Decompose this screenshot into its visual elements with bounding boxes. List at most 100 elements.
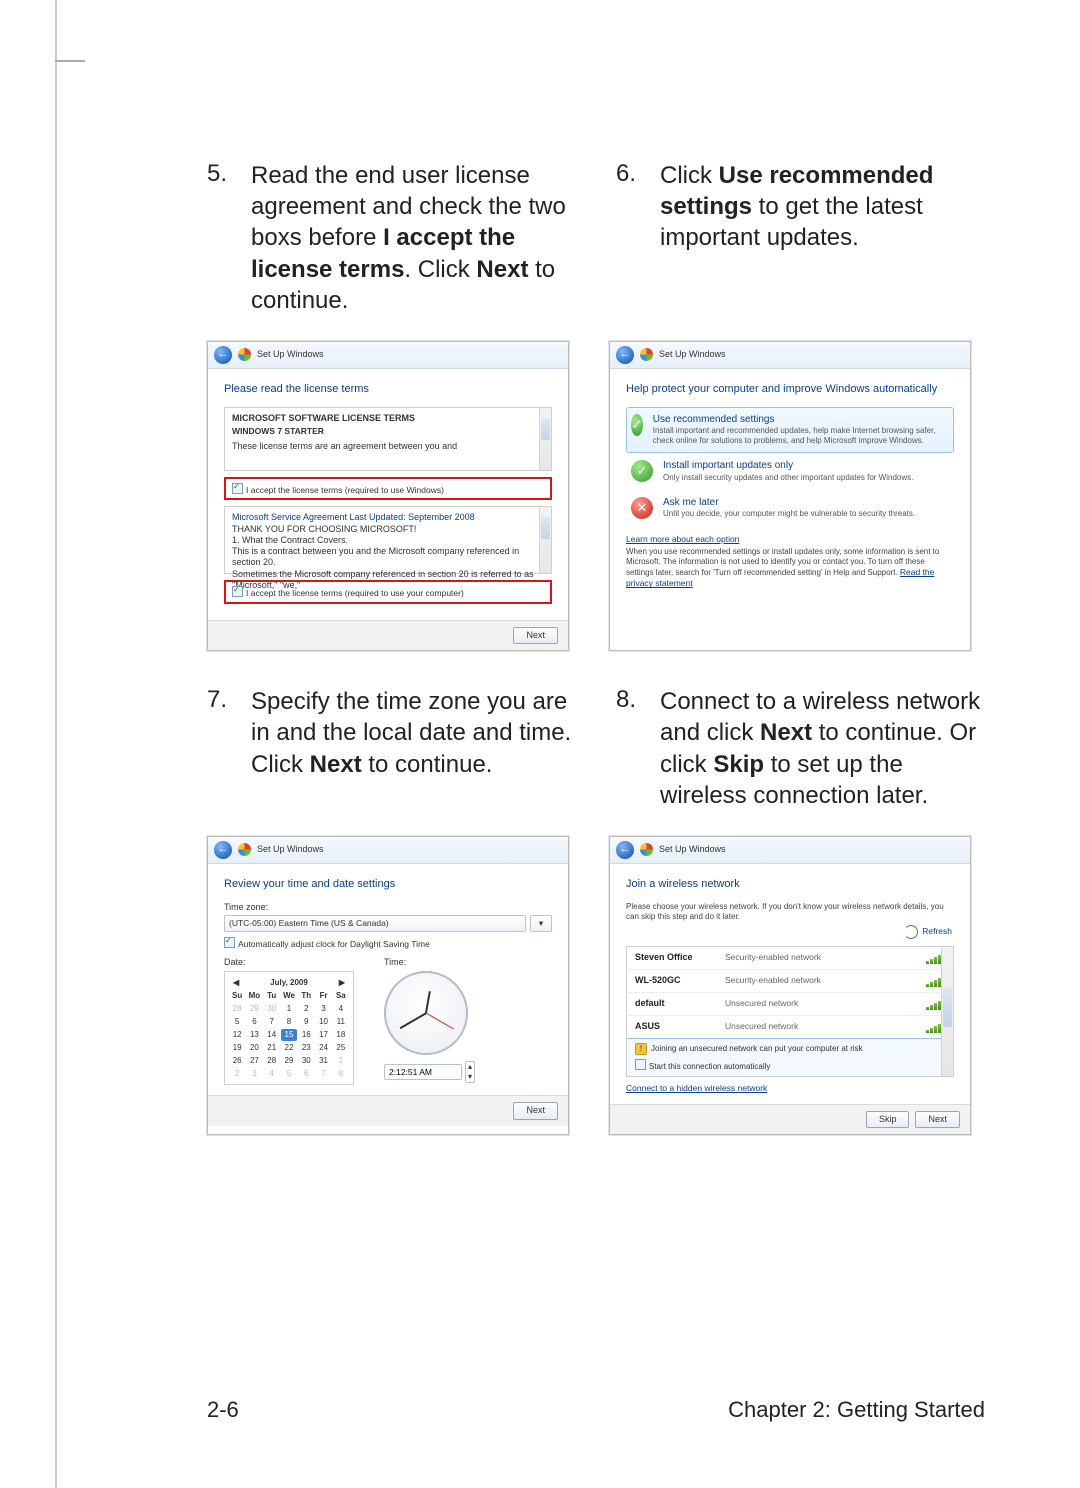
calendar-day[interactable]: 4: [333, 1003, 349, 1015]
window-title: Set Up Windows: [659, 349, 726, 360]
calendar-day[interactable]: 23: [298, 1042, 314, 1054]
scrollbar[interactable]: [941, 947, 953, 1076]
calendar-day[interactable]: 5: [229, 1016, 245, 1028]
next-button[interactable]: Next: [915, 1111, 960, 1128]
calendar-day[interactable]: 27: [246, 1055, 262, 1067]
shield-alert-icon: ✕: [631, 497, 653, 519]
calendar-day[interactable]: 14: [264, 1029, 280, 1041]
calendar-day[interactable]: 17: [315, 1029, 331, 1041]
refresh-icon[interactable]: [904, 925, 918, 939]
checkbox-icon[interactable]: [232, 586, 243, 597]
calendar-day[interactable]: 7: [315, 1068, 331, 1080]
wireless-note: Please choose your wireless network. If …: [626, 902, 954, 922]
calendar-day[interactable]: 30: [264, 1003, 280, 1015]
window-titlebar: ← Set Up Windows: [610, 342, 970, 369]
network-row[interactable]: Steven OfficeSecurity-enabled network: [627, 947, 953, 970]
accept-checkbox-2[interactable]: I accept the license terms (required to …: [224, 580, 552, 604]
calendar-day[interactable]: 24: [315, 1042, 331, 1054]
back-icon[interactable]: ←: [616, 841, 634, 859]
scrollbar[interactable]: [539, 507, 551, 573]
calendar-dow: Th: [298, 990, 314, 1002]
hidden-network-link[interactable]: Connect to a hidden wireless network: [626, 1083, 767, 1093]
back-icon[interactable]: ←: [214, 346, 232, 364]
calendar-day[interactable]: 5: [281, 1068, 297, 1080]
calendar[interactable]: ◀ July, 2009 ▶ SuMoTuWeThFrSa28293012345…: [224, 971, 354, 1085]
calendar-day[interactable]: 4: [264, 1068, 280, 1080]
calendar-day[interactable]: 31: [315, 1055, 331, 1067]
calendar-day[interactable]: 2: [298, 1003, 314, 1015]
dst-checkbox[interactable]: Automatically adjust clock for Daylight …: [224, 936, 552, 950]
calendar-day[interactable]: 8: [281, 1016, 297, 1028]
calendar-day[interactable]: 29: [246, 1003, 262, 1015]
calendar-day[interactable]: 22: [281, 1042, 297, 1054]
calendar-day[interactable]: 9: [298, 1016, 314, 1028]
refresh-link[interactable]: Refresh: [922, 926, 952, 937]
calendar-day[interactable]: 18: [333, 1029, 349, 1041]
calendar-day[interactable]: 2: [229, 1068, 245, 1080]
calendar-day[interactable]: 6: [246, 1016, 262, 1028]
calendar-day[interactable]: 16: [298, 1029, 314, 1041]
next-button[interactable]: Next: [513, 1102, 558, 1119]
next-button[interactable]: Next: [513, 627, 558, 644]
scrollbar[interactable]: [539, 408, 551, 470]
dialog-heading: Review your time and date settings: [224, 878, 552, 892]
prev-month-icon[interactable]: ◀: [233, 978, 239, 988]
dialog-heading: Please read the license terms: [224, 383, 552, 397]
calendar-day[interactable]: 28: [229, 1003, 245, 1015]
skip-button[interactable]: Skip: [866, 1111, 910, 1128]
option-recommended[interactable]: ✓ Use recommended settings Install impor…: [626, 407, 954, 454]
step-text: Click Use recommended settings to get th…: [660, 160, 985, 254]
network-security: Security-enabled network: [725, 975, 914, 986]
checkbox-icon[interactable]: [232, 483, 243, 494]
step-text: Read the end user license agreement and …: [251, 160, 576, 316]
calendar-day[interactable]: 29: [281, 1055, 297, 1067]
calendar-day[interactable]: 15: [281, 1029, 297, 1041]
calendar-day[interactable]: 19: [229, 1042, 245, 1054]
checkbox-icon[interactable]: [635, 1059, 646, 1070]
back-icon[interactable]: ←: [214, 841, 232, 859]
back-icon[interactable]: ←: [616, 346, 634, 364]
calendar-day[interactable]: 26: [229, 1055, 245, 1067]
window-titlebar: ← Set Up Windows: [610, 837, 970, 864]
calendar-day[interactable]: 6: [298, 1068, 314, 1080]
time-spinner[interactable]: ▴▾: [465, 1061, 475, 1083]
option-ask-later[interactable]: ✕ Ask me later Until you decide, your co…: [626, 490, 954, 527]
step-6: 6. Click Use recommended settings to get…: [616, 160, 985, 316]
window-titlebar: ← Set Up Windows: [208, 837, 568, 864]
calendar-day[interactable]: 3: [315, 1003, 331, 1015]
calendar-day[interactable]: 28: [264, 1055, 280, 1067]
network-row[interactable]: defaultUnsecured network: [627, 993, 953, 1016]
calendar-day[interactable]: 30: [298, 1055, 314, 1067]
calendar-day[interactable]: 20: [246, 1042, 262, 1054]
calendar-day[interactable]: 13: [246, 1029, 262, 1041]
shield-check-icon: ✓: [631, 414, 643, 436]
calendar-day[interactable]: 25: [333, 1042, 349, 1054]
calendar-day[interactable]: 3: [246, 1068, 262, 1080]
chevron-down-icon[interactable]: ▾: [530, 915, 552, 932]
calendar-day[interactable]: 7: [264, 1016, 280, 1028]
network-name: ASUS: [635, 1021, 713, 1032]
calendar-day[interactable]: 10: [315, 1016, 331, 1028]
calendar-dow: Su: [229, 990, 245, 1002]
date-label: Date:: [224, 957, 354, 968]
step-5: 5. Read the end user license agreement a…: [207, 160, 576, 316]
accept-checkbox-1[interactable]: I accept the license terms (required to …: [224, 477, 552, 501]
learn-more-link[interactable]: Learn more about each option: [626, 534, 739, 544]
calendar-dow: Mo: [246, 990, 262, 1002]
calendar-day[interactable]: 21: [264, 1042, 280, 1054]
checkbox-icon[interactable]: [224, 937, 235, 948]
calendar-day[interactable]: 1: [281, 1003, 297, 1015]
calendar-day[interactable]: 1: [333, 1055, 349, 1067]
calendar-day[interactable]: 11: [333, 1016, 349, 1028]
time-label: Time:: [384, 957, 475, 968]
license-box-2[interactable]: Microsoft Service Agreement Last Updated…: [224, 506, 552, 574]
calendar-day[interactable]: 12: [229, 1029, 245, 1041]
option-important-only[interactable]: ✓ Install important updates only Only in…: [626, 453, 954, 490]
next-month-icon[interactable]: ▶: [339, 978, 345, 988]
calendar-day[interactable]: 8: [333, 1068, 349, 1080]
license-box-1[interactable]: MICROSOFT SOFTWARE LICENSE TERMS WINDOWS…: [224, 407, 552, 471]
time-input[interactable]: [384, 1064, 462, 1080]
network-row[interactable]: WL-520GCSecurity-enabled network: [627, 970, 953, 993]
timezone-select[interactable]: (UTC-05:00) Eastern Time (US & Canada): [224, 915, 526, 932]
network-row[interactable]: ASUSUnsecured network: [627, 1016, 953, 1038]
